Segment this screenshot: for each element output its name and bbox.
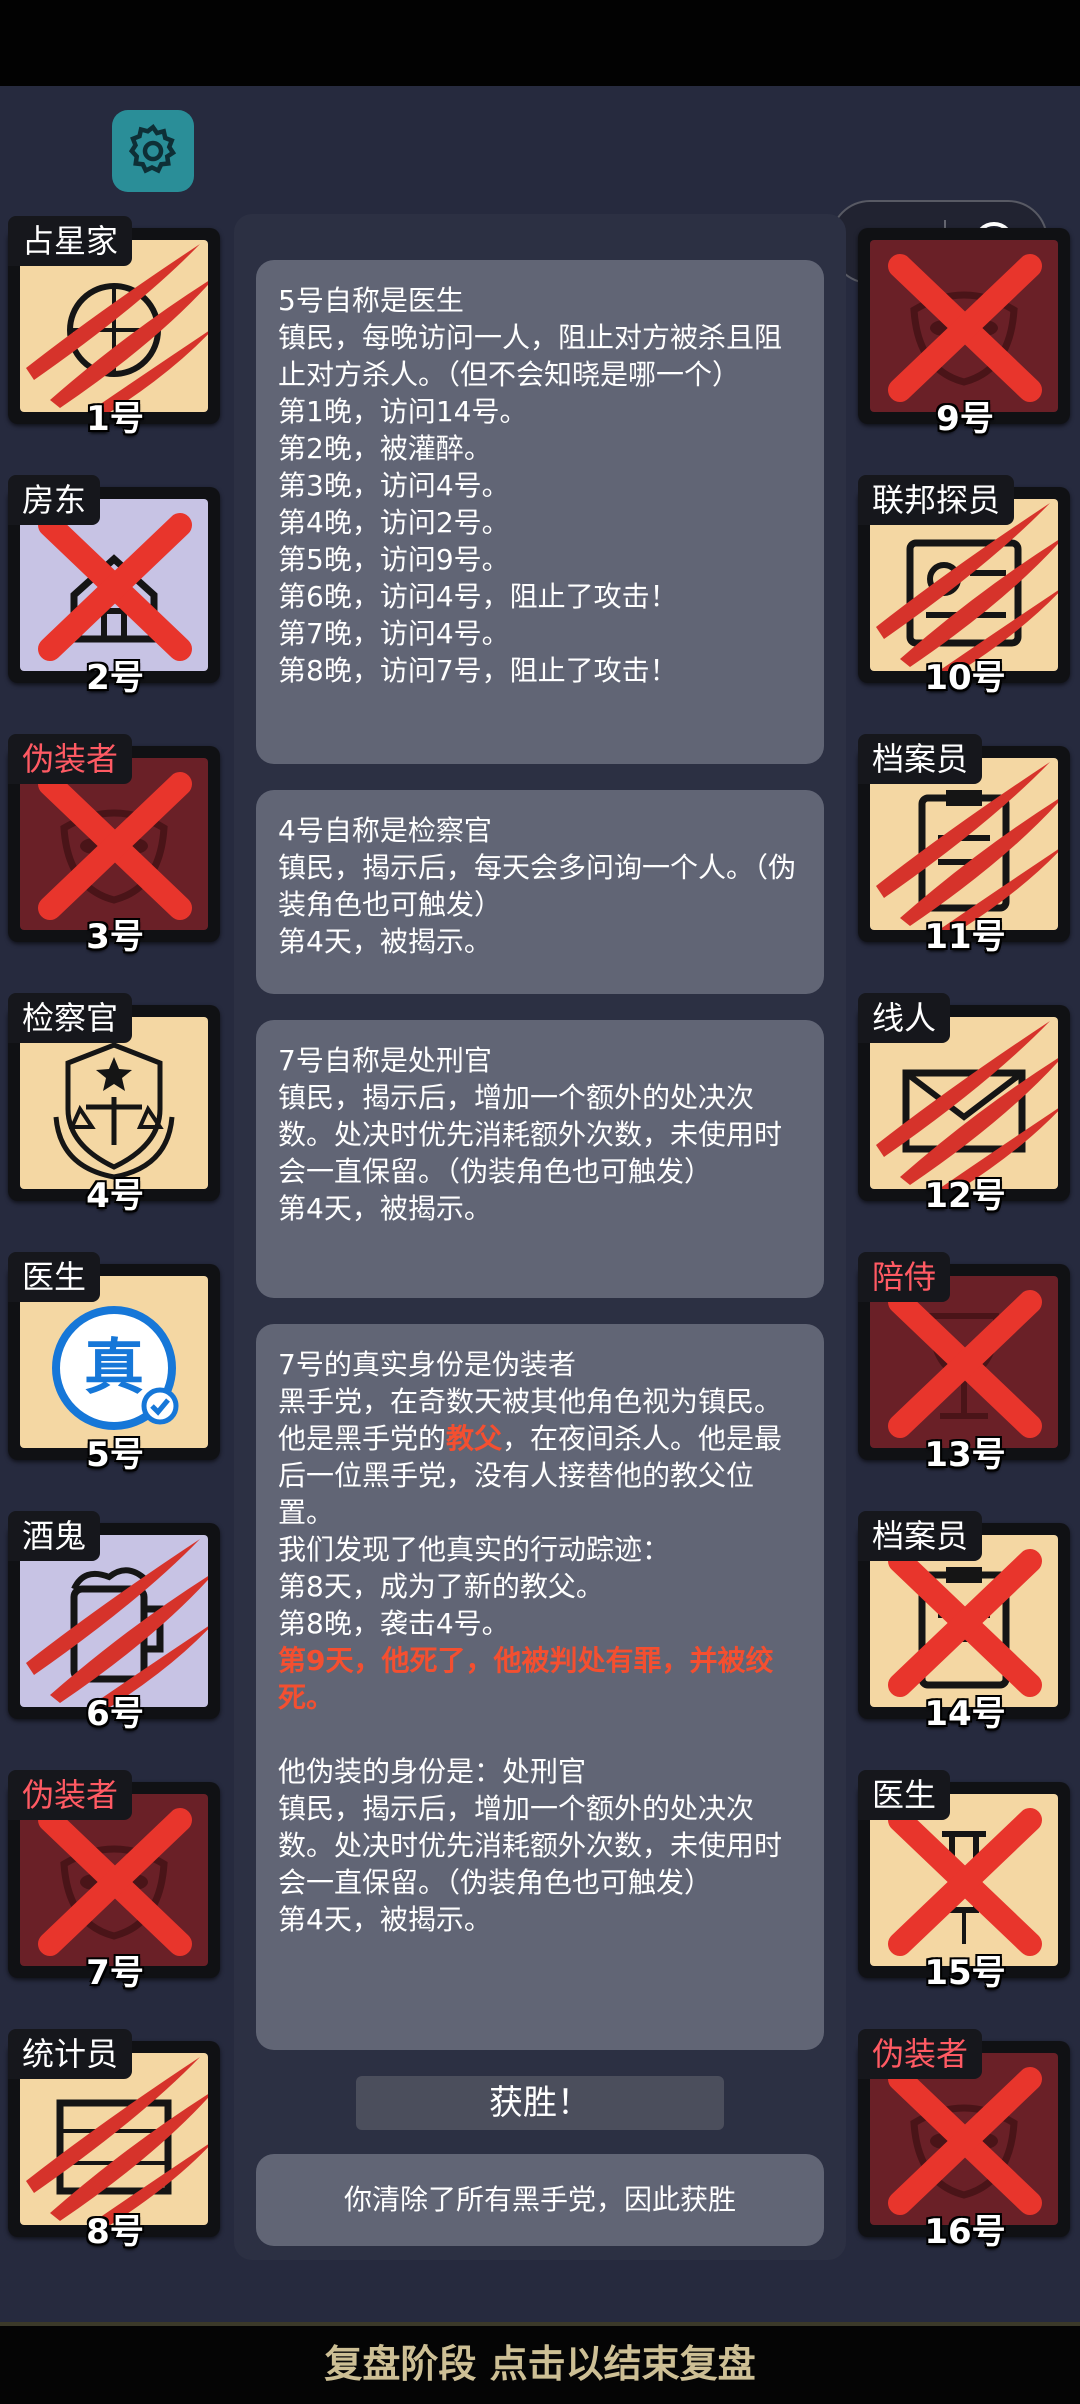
role-label: 房东 [8,475,101,525]
log-text: 他伪装的身份是：处刑官 镇民，揭示后，增加一个额外的处决次数。处决时优先消耗额外… [278,1755,783,1936]
log-entry: 4号自称是检察官 镇民，揭示后，每天会多问询一个人。（伪装角色也可触发） 第4天… [256,790,824,994]
player-number: 6号 [86,1694,144,1734]
player-card[interactable]: 伪装者 7号 [8,1770,222,1993]
gear-icon [128,124,177,174]
role-label: 酒鬼 [8,1511,101,1561]
log-entry-text: 7号自称是处刑官 镇民，揭示后，增加一个额外的处决次数。处决时优先消耗额外次数，… [278,1044,783,1225]
role-label: 医生 [858,1770,951,1820]
player-number: 10号 [924,658,1006,698]
claw-mark [26,2057,208,2225]
svg-text:真: 真 [84,1333,144,1403]
player-number: 4号 [86,1176,144,1216]
player-number: 7号 [86,1953,144,1993]
player-card[interactable]: 检察官 4号 [8,993,222,1216]
role-label: 伪装者 [8,1770,133,1820]
victory-message: 你清除了所有黑手党，因此获胜 [256,2154,824,2246]
role-label: 伪装者 [858,2029,983,2079]
player-number: 5号 [86,1435,144,1475]
player-card[interactable]: 陪侍 13号 [858,1252,1072,1475]
player-card[interactable]: 伪装者 3号 [8,734,222,957]
role-label: 占星家 [8,216,133,266]
role-label: 统计员 [8,2029,133,2079]
player-number: 14号 [924,1694,1006,1734]
player-card[interactable]: 房东 2号 [8,475,222,698]
player-number: 2号 [86,658,144,698]
role-label: 线人 [858,993,951,1043]
player-number: 3号 [86,917,144,957]
player-number: 9号 [936,399,994,439]
player-number: 8号 [86,2212,144,2252]
log-entry-text: 5号自称是医生 镇民，每晚访问一人，阻止对方被杀且阻止对方杀人。（但不会知晓是哪… [278,284,783,687]
player-card[interactable]: 伪装者 16号 [858,2029,1072,2252]
end-review-button[interactable]: 复盘阶段 点击以结束复盘 [0,2322,1080,2404]
log-entry: 7号自称是处刑官 镇民，揭示后，增加一个额外的处决次数。处决时优先消耗额外次数，… [256,1020,824,1298]
player-number: 16号 [924,2212,1006,2252]
mask-icon [870,240,1058,412]
log-entry: 5号自称是医生 镇民，每晚访问一人，阻止对方被杀且阻止对方杀人。（但不会知晓是哪… [256,260,824,764]
highlight-text: 第9天，他死了，他被判处有罪，并被绞死。 [278,1644,774,1714]
player-card[interactable]: 9号 [858,216,1072,439]
player-card[interactable]: 统计员 8号 [8,2029,222,2252]
player-card[interactable]: 线人 12号 [858,993,1072,1216]
player-card[interactable]: 档案员 11号 [858,734,1072,957]
role-label: 医生 [8,1252,101,1302]
log-entry-text: 4号自称是检察官 镇民，揭示后，每天会多问询一个人。（伪装角色也可触发） 第4天… [278,814,797,958]
log-entry-text: 7号的真实身份是伪装者 黑手党，在奇数天被其他角色视为镇民。 他是黑手党的教父，… [278,1346,802,1938]
role-label: 伪装者 [8,734,133,784]
log-entry: 7号的真实身份是伪装者 黑手党，在奇数天被其他角色视为镇民。 他是黑手党的教父，… [256,1324,824,2050]
status-bar [0,0,1080,86]
player-number: 12号 [924,1176,1006,1216]
player-number: 13号 [924,1435,1006,1475]
player-number: 1号 [86,399,144,439]
role-label: 联邦探员 [858,475,1015,525]
highlight-text: 教父 [446,1422,503,1455]
victory-label: 获胜！ [356,2076,724,2130]
player-card[interactable]: 酒鬼 6号 [8,1511,222,1734]
player-card[interactable]: 医生 15号 [858,1770,1072,1993]
role-label: 陪侍 [858,1252,951,1302]
player-card[interactable]: 联邦探员 10号 [858,475,1072,698]
role-label: 检察官 [8,993,133,1043]
settings-button[interactable] [112,110,194,192]
player-number: 11号 [924,917,1006,957]
eliminated-x-mark [38,513,192,661]
role-label: 档案员 [858,1511,983,1561]
player-card[interactable]: 档案员 14号 [858,1511,1072,1734]
player-number: 15号 [924,1953,1006,1993]
role-label: 档案员 [858,734,983,784]
player-card[interactable]: 真 医生 5号 [8,1252,222,1475]
player-card[interactable]: 占星家 1号 [8,216,222,439]
